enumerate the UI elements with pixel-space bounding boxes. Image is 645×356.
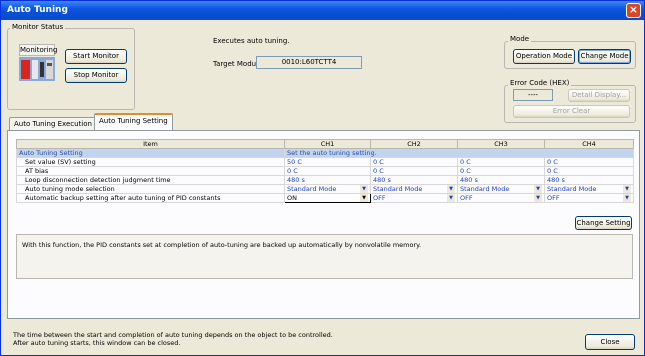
- tuning-mode-ch2-select[interactable]: Standard Mode ▼: [370, 184, 458, 194]
- stop-monitor-button[interactable]: Stop Monitor: [65, 68, 127, 83]
- monitoring-animation-icon: [19, 57, 55, 81]
- loop-time-ch2-cell[interactable]: 480 s: [370, 175, 458, 185]
- grid-header-row: Item CH1 CH2 CH3 CH4: [16, 139, 634, 149]
- table-row: Loop disconnection detection judgment ti…: [16, 175, 634, 185]
- grid-header-ch4: CH4: [544, 139, 634, 149]
- row-label: Automatic backup setting after auto tuni…: [16, 193, 285, 203]
- settings-grid: Item CH1 CH2 CH3 CH4 Auto Tuning Setting…: [16, 139, 634, 203]
- grid-section-row: Auto Tuning Setting Set the auto tuning …: [16, 148, 634, 158]
- close-button[interactable]: Close: [585, 334, 635, 350]
- section-label: Auto Tuning Setting: [16, 148, 285, 158]
- at-bias-ch1-cell[interactable]: 0 C: [284, 166, 371, 176]
- error-code-label: Error Code (HEX): [508, 79, 572, 87]
- monitoring-state-text: Monitoring: [20, 46, 58, 54]
- mode-label: Mode: [508, 35, 532, 43]
- table-row: Automatic backup setting after auto tuni…: [16, 193, 634, 203]
- chevron-down-icon[interactable]: ▼: [623, 185, 631, 193]
- footer-note-line2: After auto tuning starts, this window ca…: [13, 339, 181, 347]
- sv-ch4-cell[interactable]: 0 C: [544, 157, 634, 167]
- chevron-down-icon[interactable]: ▼: [360, 185, 368, 193]
- table-row: Auto tuning mode selection Standard Mode…: [16, 184, 634, 194]
- tuning-mode-ch3-value: Standard Mode: [460, 185, 510, 193]
- tuning-mode-ch4-value: Standard Mode: [547, 185, 597, 193]
- tab-auto-tuning-execution[interactable]: Auto Tuning Execution: [9, 117, 97, 131]
- chevron-down-icon[interactable]: ▼: [534, 185, 542, 193]
- chevron-down-icon[interactable]: ▼: [447, 185, 455, 193]
- tab-auto-tuning-setting[interactable]: Auto Tuning Setting: [94, 113, 173, 130]
- info-box: With this function, the PID constants se…: [16, 234, 633, 279]
- title-bar[interactable]: Auto Tuning ×: [1, 1, 644, 20]
- section-note: Set the auto tuning setting.: [284, 148, 634, 158]
- monitor-status-label: Monitor Status: [10, 23, 66, 31]
- backup-ch4-select[interactable]: OFF ▼: [544, 193, 634, 203]
- table-row: Set value (SV) setting 50 C 0 C 0 C 0 C: [16, 157, 634, 167]
- at-bias-ch4-cell[interactable]: 0 C: [544, 166, 634, 176]
- backup-ch2-value: OFF: [373, 194, 386, 202]
- window-title: Auto Tuning: [7, 5, 68, 15]
- row-label: AT bias: [16, 166, 285, 176]
- backup-ch3-value: OFF: [460, 194, 473, 202]
- chevron-down-icon[interactable]: ▼: [360, 194, 368, 202]
- backup-ch3-select[interactable]: OFF ▼: [457, 193, 545, 203]
- sv-ch3-cell[interactable]: 0 C: [457, 157, 545, 167]
- close-window-button[interactable]: ×: [626, 3, 641, 18]
- row-label: Loop disconnection detection judgment ti…: [16, 175, 285, 185]
- loop-time-ch1-cell[interactable]: 480 s: [284, 175, 371, 185]
- at-bias-ch2-cell[interactable]: 0 C: [370, 166, 458, 176]
- grid-header-ch3: CH3: [457, 139, 545, 149]
- sv-ch1-cell[interactable]: 50 C: [284, 157, 371, 167]
- footer-note-line1: The time between the start and completio…: [13, 331, 333, 339]
- description-text: Executes auto tuning.: [213, 37, 290, 45]
- backup-ch4-value: OFF: [547, 194, 560, 202]
- backup-ch1-select[interactable]: ON ▼: [284, 193, 371, 203]
- tuning-mode-ch2-value: Standard Mode: [373, 185, 423, 193]
- grid-header-ch1: CH1: [284, 139, 371, 149]
- table-row: AT bias 0 C 0 C 0 C 0 C: [16, 166, 634, 176]
- target-module-field: 0010:L60TCTT4: [256, 56, 362, 69]
- target-module-label: Target Module: [213, 60, 263, 68]
- row-label: Auto tuning mode selection: [16, 184, 285, 194]
- info-text: With this function, the PID constants se…: [22, 241, 422, 249]
- error-clear-button[interactable]: Error Clear: [513, 105, 630, 118]
- auto-tuning-window: Auto Tuning × Monitor Status Monitoring …: [0, 0, 645, 356]
- row-label: Set value (SV) setting: [16, 157, 285, 167]
- operation-mode-button[interactable]: Operation Mode: [513, 49, 575, 64]
- backup-ch1-value: ON: [287, 194, 297, 202]
- chevron-down-icon[interactable]: ▼: [534, 194, 542, 202]
- grid-header-item: Item: [16, 139, 285, 149]
- tuning-mode-ch1-select[interactable]: Standard Mode ▼: [284, 184, 371, 194]
- at-bias-ch3-cell[interactable]: 0 C: [457, 166, 545, 176]
- chevron-down-icon[interactable]: ▼: [447, 194, 455, 202]
- loop-time-ch3-cell[interactable]: 480 s: [457, 175, 545, 185]
- grid-header-ch2: CH2: [370, 139, 458, 149]
- start-monitor-button[interactable]: Start Monitor: [65, 49, 127, 64]
- chevron-down-icon[interactable]: ▼: [623, 194, 631, 202]
- change-setting-button[interactable]: Change Setting: [575, 216, 632, 230]
- tuning-mode-ch3-select[interactable]: Standard Mode ▼: [457, 184, 545, 194]
- footer-note: The time between the start and completio…: [13, 331, 333, 347]
- monitoring-state-box: Monitoring: [19, 44, 58, 56]
- tuning-mode-ch1-value: Standard Mode: [287, 185, 337, 193]
- detail-display-button[interactable]: Detail Display...: [568, 89, 630, 102]
- sv-ch2-cell[interactable]: 0 C: [370, 157, 458, 167]
- tuning-mode-ch4-select[interactable]: Standard Mode ▼: [544, 184, 634, 194]
- backup-ch2-select[interactable]: OFF ▼: [370, 193, 458, 203]
- error-code-field: ----: [513, 89, 553, 101]
- loop-time-ch4-cell[interactable]: 480 s: [544, 175, 634, 185]
- change-mode-button[interactable]: Change Mode: [578, 49, 631, 64]
